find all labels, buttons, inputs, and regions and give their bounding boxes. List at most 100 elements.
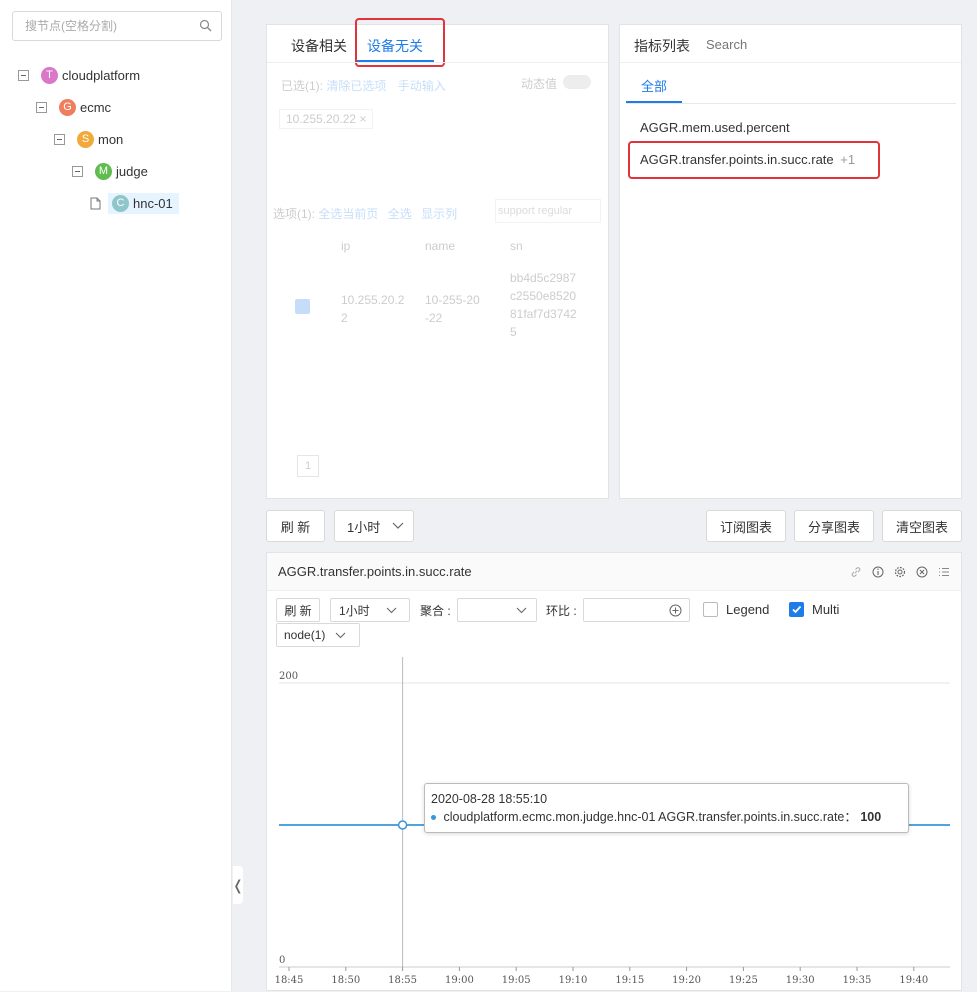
chart-refresh-button[interactable]: 刷 新: [276, 598, 320, 622]
hover-point: [397, 820, 408, 830]
regex-filter-input[interactable]: [495, 199, 601, 223]
tree-node-cloudplatform[interactable]: T cloudplatform: [18, 64, 140, 86]
chart-title: AGGR.transfer.points.in.succ.rate: [278, 564, 472, 579]
node-search-input[interactable]: [23, 12, 193, 40]
tab-all[interactable]: 全部: [641, 76, 667, 95]
column-header-sn: sn: [510, 239, 523, 253]
chart-time-range-value: 1小时: [339, 603, 370, 618]
legend-checkbox[interactable]: [703, 602, 718, 617]
chevron-down-icon: [516, 607, 527, 613]
dynamic-value-label: 动态值: [521, 77, 558, 91]
metric-panel: 指标列表 全部 AGGR.mem.used.percent AGGR.trans…: [619, 24, 962, 499]
node-select-value: node(1): [284, 628, 326, 642]
refresh-button[interactable]: 刷 新: [266, 510, 325, 542]
highlight-box: [355, 18, 445, 67]
x-tick-label: 19:30: [786, 975, 815, 986]
metric-item-mem-used[interactable]: AGGR.mem.used.percent: [640, 120, 790, 135]
tab-bar-divider: [626, 103, 956, 104]
x-tick-label: 19:15: [615, 975, 644, 986]
compare-select[interactable]: [583, 598, 690, 622]
sidebar: T cloudplatform G ecmc S mon M judge C h…: [0, 0, 232, 991]
collapse-toggle-icon[interactable]: [18, 69, 29, 81]
tab-device-related[interactable]: 设备相关: [291, 36, 347, 56]
x-tick-label: 19:40: [899, 975, 928, 986]
sidebar-collapse-handle[interactable]: ❬: [232, 866, 244, 904]
cell-ip: 10.255.20.22: [341, 293, 405, 325]
selected-leaf[interactable]: C hnc-01: [108, 192, 179, 214]
chevron-down-icon: [335, 632, 346, 638]
search-icon[interactable]: [199, 19, 212, 32]
x-tick-label: 19:00: [445, 975, 474, 986]
column-header-name: name: [425, 239, 456, 253]
column-header-ip: ip: [341, 239, 351, 253]
show-columns-link[interactable]: 显示列: [421, 207, 457, 221]
collapse-toggle-icon[interactable]: [72, 165, 83, 177]
chart-card: AGGR.transfer.points.in.succ.rate 刷 新 1小…: [266, 552, 962, 991]
multi-checkbox[interactable]: [789, 602, 804, 617]
time-range-value: 1小时: [347, 519, 381, 535]
dynamic-value-toggle[interactable]: [563, 75, 591, 89]
x-tick-label: 19:25: [729, 975, 758, 986]
x-tick-label: 18:45: [275, 975, 304, 986]
cell-sn: bb4d5c2987c2550e852081faf7d37425: [510, 271, 577, 339]
collapse-toggle-icon[interactable]: [36, 101, 47, 113]
x-tick-label: 19:20: [672, 975, 701, 986]
device-selector-content: 已选(1): 清除已选项 手动输入 动态值 10.255.20.22 × 选项(…: [267, 63, 608, 498]
collapse-toggle-icon[interactable]: [54, 133, 65, 145]
compare-label: 环比 :: [546, 604, 577, 618]
options-count-label: 选项(1):: [273, 207, 316, 221]
pagination-page[interactable]: 1: [297, 455, 319, 477]
share-chart-button[interactable]: 分享图表: [794, 510, 874, 542]
tree-badge: S: [77, 130, 94, 148]
tooltip-series-dot: [431, 815, 436, 821]
y-tick-label: 200: [279, 671, 298, 682]
clear-charts-button[interactable]: 清空图表: [882, 510, 962, 542]
tree-badge: M: [95, 162, 112, 180]
x-tick-label: 18:55: [388, 975, 417, 986]
select-page-link[interactable]: 全选当前页: [318, 207, 378, 221]
select-all-link[interactable]: 全选: [388, 207, 412, 221]
tree-badge: C: [112, 194, 129, 212]
metric-search-input[interactable]: [704, 33, 864, 55]
link-icon[interactable]: [850, 566, 862, 578]
node-search-field[interactable]: [12, 11, 222, 41]
x-tick-label: 19:05: [502, 975, 531, 986]
chevron-down-icon: [386, 607, 397, 613]
close-icon[interactable]: [916, 566, 928, 578]
tree-node-label: cloudplatform: [62, 67, 141, 83]
row-checkbox[interactable]: [295, 299, 310, 314]
tree-node-hnc-01[interactable]: C hnc-01: [90, 192, 179, 214]
list-icon[interactable]: [938, 566, 950, 578]
tree-node-ecmc[interactable]: G ecmc: [36, 96, 111, 118]
aggregate-label: 聚合 :: [420, 604, 451, 618]
x-tick-label: 19:10: [559, 975, 588, 986]
tree-node-label: hnc-01: [133, 195, 173, 211]
aggregate-select[interactable]: [457, 598, 537, 622]
highlight-box: [628, 141, 880, 179]
tooltip-time: 2020-08-28 18:55:10: [431, 792, 548, 806]
multi-checkbox-label: Multi: [812, 602, 840, 617]
selected-count-label: 已选(1):: [281, 79, 324, 93]
subscribe-chart-button[interactable]: 订阅图表: [706, 510, 786, 542]
time-range-select[interactable]: 1小时: [334, 510, 414, 542]
tooltip-value: 100: [860, 810, 882, 824]
header-divider: [620, 62, 961, 63]
add-circle-icon[interactable]: [669, 604, 682, 617]
info-icon[interactable]: [872, 566, 884, 578]
tree-badge: G: [59, 98, 76, 116]
clear-selected-link[interactable]: 清除已选项: [326, 79, 386, 93]
node-select[interactable]: node(1): [276, 623, 360, 647]
chart-tooltip: 2020-08-28 18:55:10 cloudplatform.ecmc.m…: [424, 783, 909, 833]
tree-node-label: ecmc: [80, 99, 112, 115]
file-icon: [90, 197, 101, 209]
manual-input-link[interactable]: 手动输入: [398, 79, 446, 93]
chevron-down-icon: [392, 522, 404, 529]
gear-icon[interactable]: [894, 566, 906, 578]
tree-node-mon[interactable]: S mon: [54, 128, 123, 150]
chart-time-range-select[interactable]: 1小时: [330, 598, 410, 622]
x-tick-label: 19:35: [843, 975, 872, 986]
x-tick-label: 18:50: [331, 975, 360, 986]
legend-checkbox-label: Legend: [726, 602, 770, 617]
selected-device-tag[interactable]: 10.255.20.22 ×: [279, 109, 374, 129]
tree-node-judge[interactable]: M judge: [72, 160, 148, 182]
